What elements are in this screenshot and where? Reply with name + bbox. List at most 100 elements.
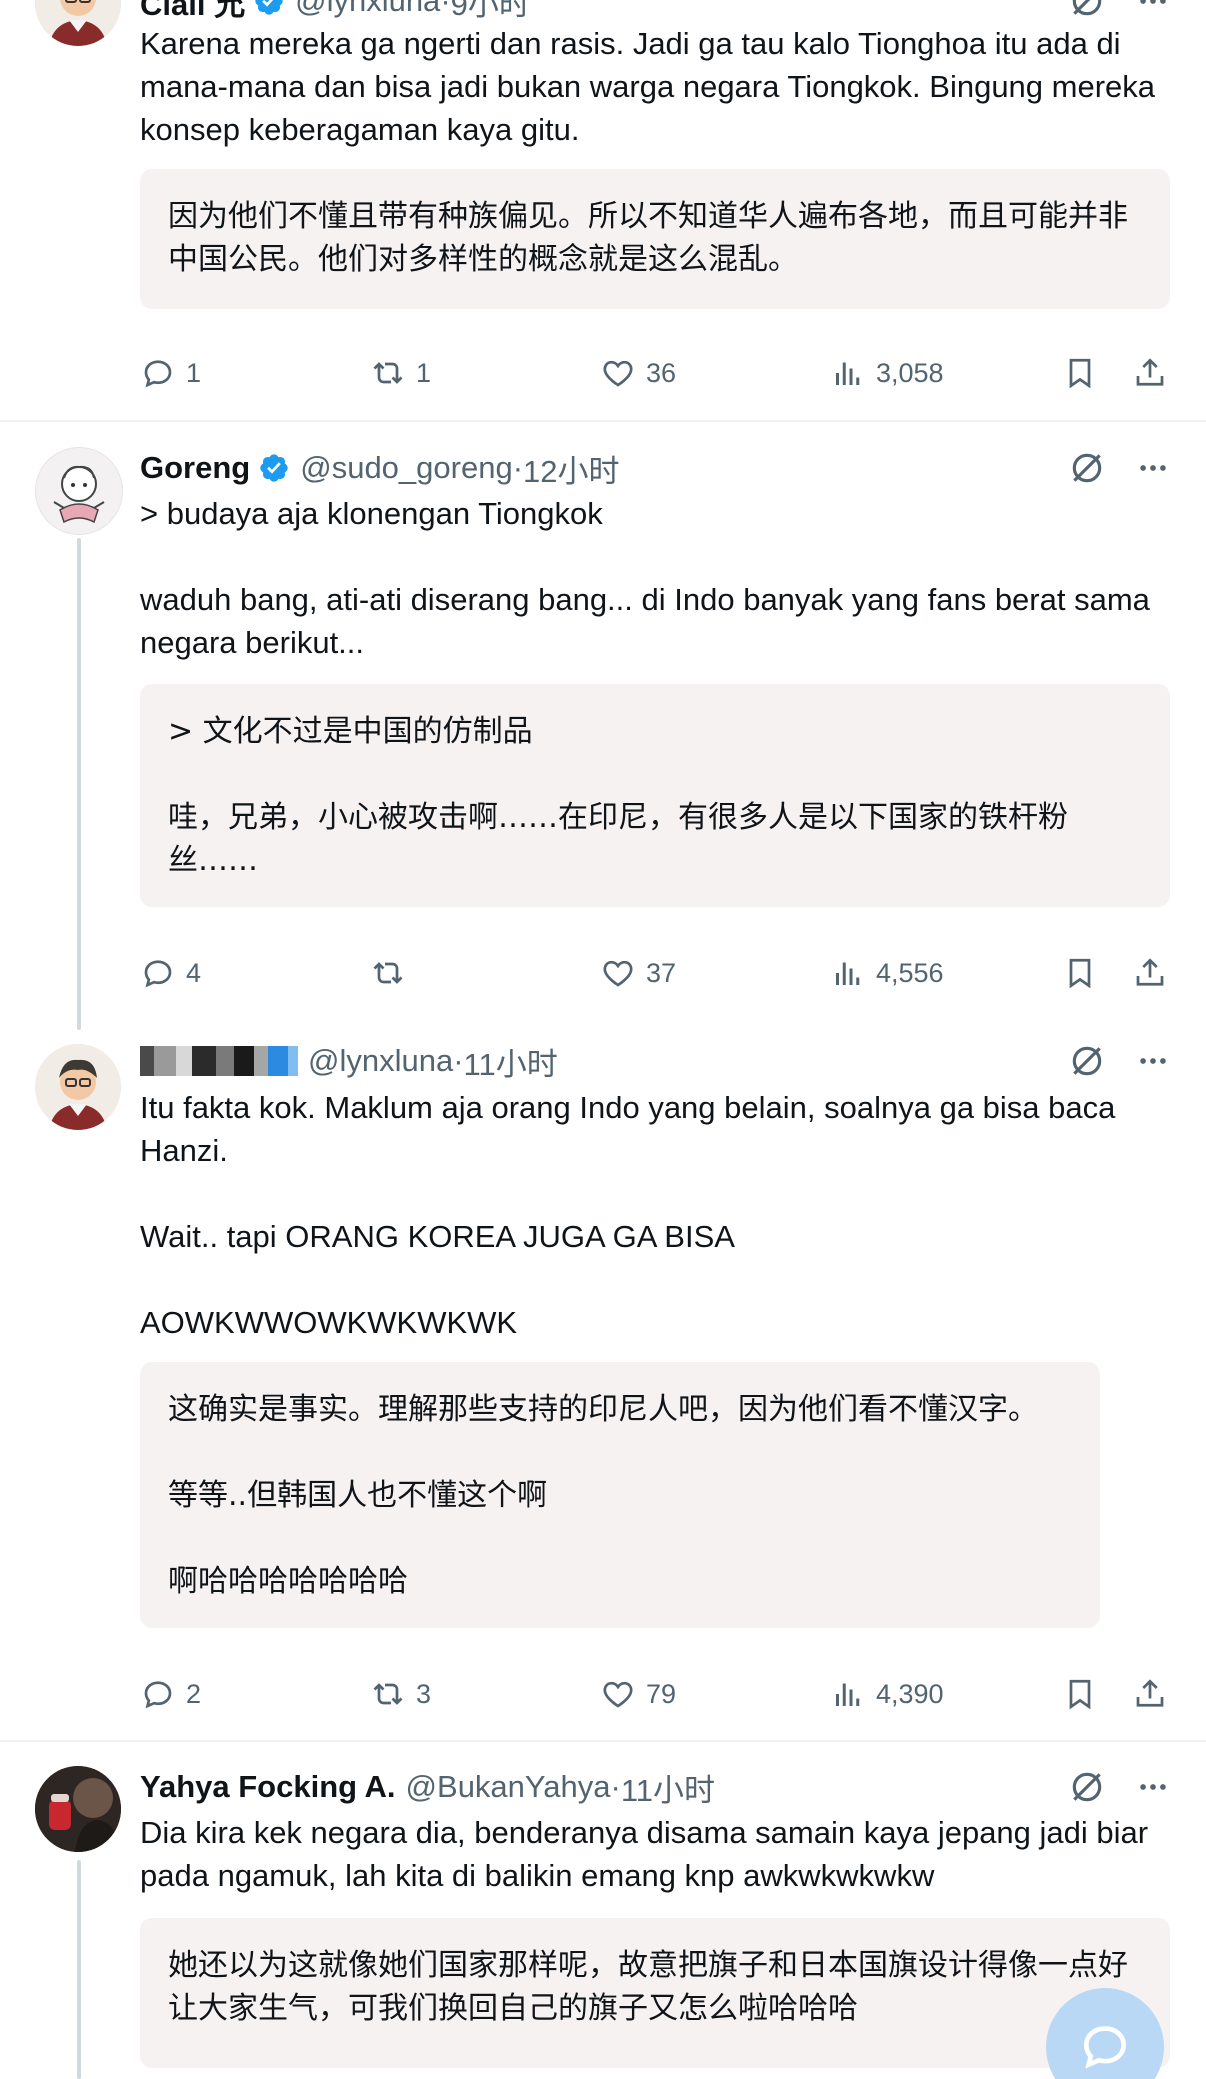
separator: · bbox=[512, 450, 524, 485]
thread-line bbox=[77, 1860, 81, 2079]
tweet-actions: 2 3 79 4,390 bbox=[140, 1671, 1170, 1717]
share-icon bbox=[1136, 958, 1164, 986]
compose-icon bbox=[1083, 2026, 1127, 2069]
tweet-actions: 4 37 4,556 bbox=[140, 950, 1170, 996]
reply-icon bbox=[144, 960, 172, 988]
bookmark-icon bbox=[1069, 358, 1091, 389]
avatar[interactable] bbox=[35, 0, 121, 46]
grok-icon[interactable] bbox=[1068, 449, 1106, 487]
avatar[interactable] bbox=[35, 447, 123, 535]
tweet-header: Yahya Focking A. @BukanYahya · 11小时 bbox=[140, 1764, 715, 1810]
repost-count: 3 bbox=[416, 1678, 432, 1709]
views-count: 4,390 bbox=[876, 1678, 944, 1709]
views-button[interactable]: 4,390 bbox=[830, 1671, 944, 1717]
views-button[interactable]: 3,058 bbox=[830, 350, 944, 396]
translation-box: 因为他们不懂且带有种族偏见。所以不知道华人遍布各地，而且可能并非中国公民。他们对… bbox=[140, 169, 1170, 309]
avatar[interactable] bbox=[35, 1766, 121, 1852]
like-button[interactable]: 79 bbox=[600, 1671, 676, 1717]
more-icon[interactable] bbox=[1136, 1044, 1170, 1078]
views-icon bbox=[836, 1683, 860, 1706]
separator: · bbox=[610, 1769, 621, 1804]
like-button[interactable]: 36 bbox=[600, 350, 676, 396]
avatar[interactable] bbox=[35, 1044, 121, 1130]
repost-button[interactable]: 3 bbox=[370, 1671, 431, 1717]
user-handle[interactable]: @sudo_goreng bbox=[300, 450, 512, 486]
avatar-image bbox=[36, 448, 122, 534]
like-count: 79 bbox=[646, 1678, 677, 1709]
bookmark-icon bbox=[1069, 1679, 1091, 1710]
views-count: 4,556 bbox=[876, 957, 944, 988]
repost-icon bbox=[373, 962, 403, 984]
grok-icon[interactable] bbox=[1068, 0, 1106, 20]
views-icon bbox=[836, 962, 860, 985]
share-button[interactable] bbox=[1132, 1671, 1168, 1717]
more-icon[interactable] bbox=[1136, 1770, 1170, 1804]
tweet-top-actions bbox=[1068, 449, 1170, 487]
share-button[interactable] bbox=[1132, 350, 1168, 396]
tweet-text: Karena mereka ga ngerti dan rasis. Jadi … bbox=[140, 26, 1164, 147]
translation-box: 这确实是事实。理解那些支持的印尼人吧，因为他们看不懂汉字。 等等..但韩国人也不… bbox=[140, 1362, 1100, 1628]
divider bbox=[0, 420, 1206, 422]
tweet-top-actions bbox=[1068, 1042, 1170, 1080]
share-icon bbox=[1136, 358, 1164, 386]
tweet-top-actions bbox=[1068, 0, 1170, 20]
tweet-header: @lynxluna · 11小时 bbox=[140, 1038, 558, 1084]
bookmark-icon bbox=[1069, 958, 1091, 989]
reply-icon bbox=[144, 1681, 172, 1709]
tweet-text: Itu fakta kok. Maklum aja orang Indo yan… bbox=[140, 1090, 1116, 1340]
timestamp[interactable]: 12小时 bbox=[523, 446, 619, 491]
timestamp[interactable]: 9小时 bbox=[451, 0, 530, 24]
timestamp[interactable]: 11小时 bbox=[621, 1765, 715, 1810]
more-icon[interactable] bbox=[1136, 0, 1170, 18]
tweet-top-actions bbox=[1068, 1768, 1170, 1806]
bookmark-button[interactable] bbox=[1062, 1671, 1098, 1717]
reply-button[interactable]: 1 bbox=[140, 350, 201, 396]
display-name[interactable]: Clali 允 bbox=[140, 0, 245, 24]
like-count: 36 bbox=[646, 357, 677, 388]
reply-count: 1 bbox=[186, 357, 202, 388]
display-name[interactable]: Goreng bbox=[140, 450, 250, 486]
views-button[interactable]: 4,556 bbox=[830, 950, 944, 996]
timestamp[interactable]: 11小时 bbox=[464, 1039, 558, 1084]
separator: · bbox=[453, 1043, 464, 1078]
reply-count: 2 bbox=[186, 1678, 202, 1709]
verified-icon bbox=[255, 0, 283, 15]
like-button[interactable]: 37 bbox=[600, 950, 676, 996]
tweet-text: Dia kira kek negara dia, benderanya disa… bbox=[140, 1815, 1157, 1893]
bookmark-button[interactable] bbox=[1062, 950, 1098, 996]
tweet-actions: 1 1 36 3,058 bbox=[140, 350, 1170, 396]
verified-icon bbox=[260, 454, 288, 482]
user-handle[interactable]: @lynxluna bbox=[295, 0, 440, 19]
avatar-image bbox=[35, 1766, 121, 1852]
thread-line bbox=[77, 538, 81, 1030]
tweet-text: > budaya aja klonengan Tiongkok waduh ba… bbox=[140, 496, 1150, 660]
reply-thread: Clali 允 @lynxluna · 9小时 Karena mereka ga… bbox=[0, 0, 1206, 2079]
tweet-header: Clali 允 @lynxluna · 9小时 bbox=[140, 0, 530, 24]
repost-icon bbox=[373, 362, 403, 384]
user-handle[interactable]: @BukanYahya bbox=[406, 1769, 611, 1805]
reply-button[interactable]: 2 bbox=[140, 1671, 201, 1717]
translation-box: > 文化不过是中国的仿制品 哇，兄弟，小心被攻击啊……在印尼，有很多人是以下国家… bbox=[140, 684, 1170, 907]
share-icon bbox=[1136, 1679, 1164, 1707]
repost-icon bbox=[373, 1683, 403, 1705]
like-icon bbox=[603, 360, 633, 387]
repost-button[interactable] bbox=[370, 950, 416, 996]
like-icon bbox=[603, 1681, 633, 1708]
repost-count: 1 bbox=[416, 357, 432, 388]
reply-icon bbox=[144, 360, 172, 388]
tweet-header: Goreng @sudo_goreng · 12小时 bbox=[140, 445, 620, 491]
translation-box: 她还以为这就像她们国家那样呢，故意把旗子和日本国旗设计得像一点好让大家生气，可我… bbox=[140, 1918, 1170, 2068]
reply-button[interactable]: 4 bbox=[140, 950, 201, 996]
grok-icon[interactable] bbox=[1068, 1768, 1106, 1806]
bookmark-button[interactable] bbox=[1062, 350, 1098, 396]
views-count: 3,058 bbox=[876, 357, 944, 388]
avatar-image bbox=[35, 0, 121, 46]
more-icon[interactable] bbox=[1136, 451, 1170, 485]
separator: · bbox=[440, 0, 451, 18]
like-icon bbox=[603, 960, 633, 987]
display-name[interactable]: Yahya Focking A. bbox=[140, 1769, 396, 1805]
repost-button[interactable]: 1 bbox=[370, 350, 431, 396]
share-button[interactable] bbox=[1132, 950, 1168, 996]
grok-icon[interactable] bbox=[1068, 1042, 1106, 1080]
user-handle[interactable]: @lynxluna bbox=[308, 1043, 453, 1079]
